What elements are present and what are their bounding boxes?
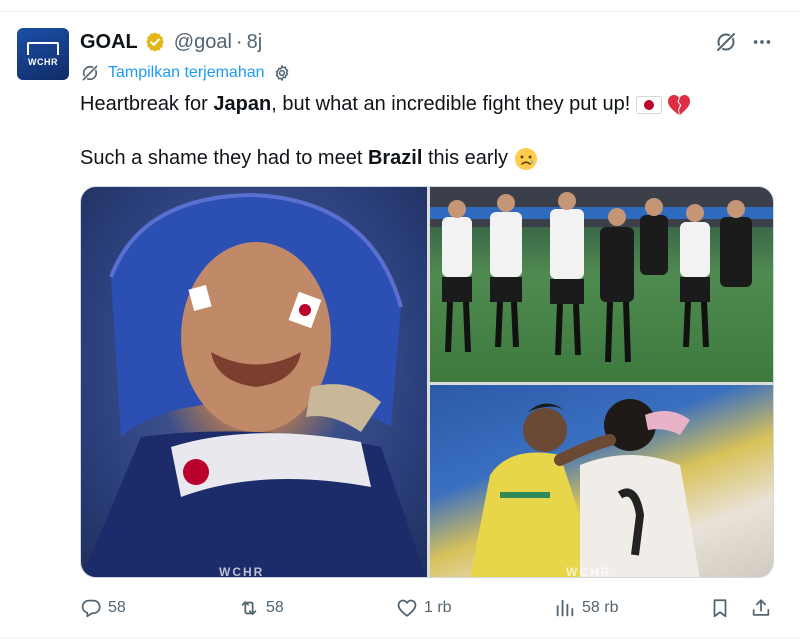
share-icon bbox=[752, 599, 770, 616]
media-grid[interactable]: WCHR WCHR bbox=[80, 186, 774, 578]
more-icon[interactable] bbox=[750, 30, 774, 54]
avatar-goal-frame bbox=[27, 42, 59, 55]
heart-icon bbox=[397, 599, 417, 617]
avatar-text: WCHR bbox=[28, 57, 58, 67]
translate-icon bbox=[81, 64, 99, 82]
photo-consoling-player[interactable]: WCHR bbox=[430, 385, 773, 578]
like-button[interactable]: 1 rb bbox=[396, 595, 452, 621]
repost-icon bbox=[241, 601, 257, 615]
tweet-text-1-bold: Japan bbox=[213, 93, 272, 115]
repost-button[interactable]: 58 bbox=[238, 595, 284, 621]
author-name[interactable]: GOAL bbox=[80, 31, 138, 54]
team-illustration bbox=[430, 187, 773, 363]
views-button[interactable]: 58 rb bbox=[554, 595, 618, 621]
separator-dot: · bbox=[235, 30, 243, 53]
crying-fan-illustration bbox=[81, 192, 427, 577]
watermark-left: WCHR bbox=[219, 565, 265, 578]
tweet-text-2-bold: Brazil bbox=[367, 147, 423, 169]
reply-icon bbox=[81, 599, 101, 618]
crying-face-icon bbox=[514, 147, 537, 170]
photo-crying-fan[interactable]: WCHR bbox=[81, 187, 427, 578]
consoling-illustration bbox=[470, 399, 700, 577]
avatar[interactable]: WCHR bbox=[17, 28, 69, 80]
tweet-text-2-pre: Such a shame they had to meet bbox=[80, 147, 368, 169]
bookmark-icon bbox=[713, 599, 727, 618]
tweet-text-line-2: Such a shame they had to meet Brazil thi… bbox=[80, 146, 538, 171]
views-count: 58 rb bbox=[582, 599, 619, 616]
tweet-header: GOAL @goal · 8j bbox=[80, 28, 262, 56]
repost-count: 58 bbox=[266, 599, 284, 616]
watermark-right: WCHR bbox=[566, 565, 612, 578]
broken-heart-icon bbox=[668, 94, 691, 115]
more-dots-glyph bbox=[753, 40, 771, 44]
gear-icon[interactable] bbox=[273, 64, 291, 82]
tweet-text-line-1: Heartbreak for Japan, but what an incred… bbox=[80, 92, 691, 116]
views-icon bbox=[556, 599, 574, 617]
action-bar: 58 58 1 rb 58 rb bbox=[80, 595, 774, 621]
top-divider bbox=[0, 11, 800, 12]
like-count: 1 rb bbox=[424, 599, 452, 616]
tweet-text-1-post: , but what an incredible fight they put … bbox=[271, 93, 636, 115]
bookmark-button[interactable] bbox=[709, 595, 737, 621]
reply-button[interactable]: 58 bbox=[80, 595, 126, 621]
photo-japan-team[interactable] bbox=[430, 187, 773, 382]
reply-count: 58 bbox=[108, 599, 126, 616]
verified-badge-icon bbox=[145, 32, 164, 52]
bottom-divider bbox=[0, 637, 800, 638]
share-button[interactable] bbox=[750, 595, 778, 621]
author-handle[interactable]: @goal bbox=[174, 31, 232, 54]
translate-link[interactable]: Tampilkan terjemahan bbox=[80, 62, 291, 84]
tweet-text-2-post: this early bbox=[422, 147, 514, 169]
tweet-time[interactable]: 8j bbox=[247, 31, 263, 54]
translate-label[interactable]: Tampilkan terjemahan bbox=[108, 64, 265, 82]
japan-flag-icon bbox=[635, 95, 662, 114]
tweet-text-1-pre: Heartbreak for bbox=[80, 93, 214, 115]
grok-icon[interactable] bbox=[714, 30, 738, 54]
